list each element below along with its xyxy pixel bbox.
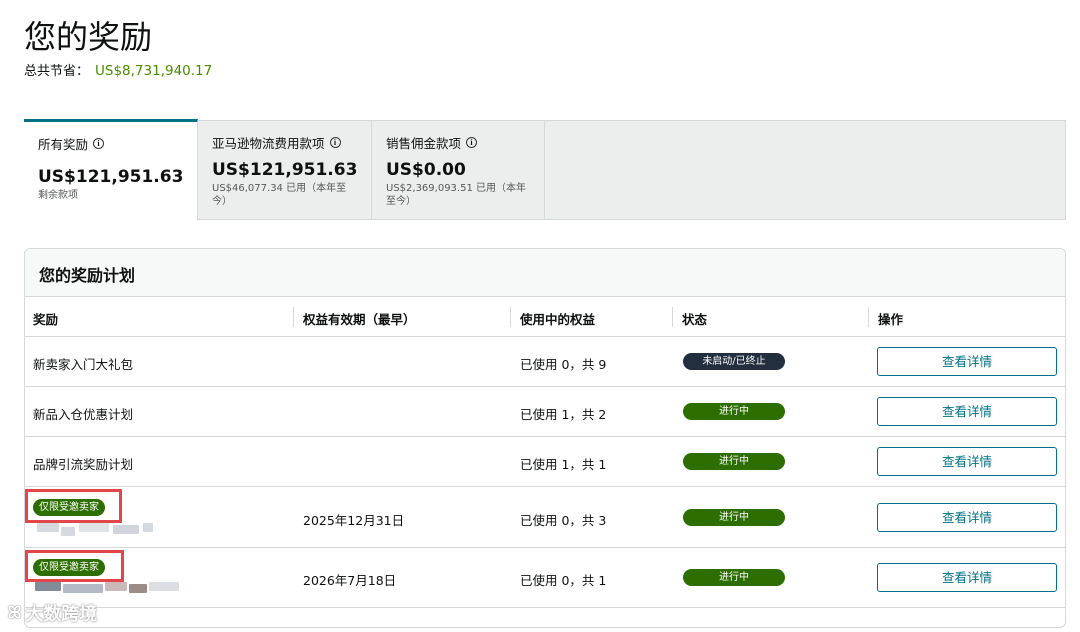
table-row: 品牌引流奖励计划 已使用 1，共 1 进行中 查看详情 [25, 437, 1065, 487]
tab-fba-fees[interactable]: 亚马逊物流费用款项 i US$121,951.63 US$46,077.34 已用… [198, 121, 372, 220]
program-name: 新品入仓优惠计划 [33, 407, 134, 422]
tab-amount: US$121,951.63 [38, 167, 184, 187]
watermark: ꕤ 大数跨境 [8, 600, 97, 626]
view-details-button[interactable]: 查看详情 [877, 563, 1057, 592]
table-row: 仅限受邀卖家 2026年7月18日 已使用 0，共 1 进行中 查看详情 [25, 548, 1065, 608]
tab-sublabel: 剩余款项 [38, 190, 78, 201]
total-savings: 总共节省： US$8,731,940.17 [24, 60, 212, 79]
usage-count: 已使用 0，共 1 [520, 573, 607, 588]
redacted-name [37, 523, 59, 532]
tab-label: 所有奖励 i [38, 134, 183, 153]
program-name: 新卖家入门大礼包 [33, 357, 134, 372]
watermark-logo-icon: ꕤ [8, 603, 22, 622]
watermark-text: 大数跨境 [25, 604, 98, 625]
redacted-name [143, 523, 153, 532]
tab-label: 亚马逊物流费用款项 i [212, 133, 357, 152]
info-icon[interactable]: i [466, 137, 478, 148]
tab-all-rewards[interactable]: 所有奖励 i US$121,951.63 剩余款项 [24, 119, 198, 220]
usage-count: 已使用 1，共 2 [520, 407, 607, 422]
usage-count: 已使用 0，共 9 [520, 357, 607, 372]
highlight-box [25, 550, 124, 582]
view-details-button[interactable]: 查看详情 [877, 397, 1057, 426]
highlight-box [25, 489, 122, 523]
usage-count: 已使用 1，共 1 [520, 457, 607, 472]
column-divider [868, 307, 869, 327]
page-title: 您的奖励 [24, 18, 153, 56]
redacted-name [79, 523, 109, 532]
redacted-name [113, 525, 139, 534]
reward-programs-card: 您的奖励计划 奖励 权益有效期（最早） 使用中的权益 状态 操作 新卖家入门大礼… [24, 248, 1066, 628]
redacted-name [149, 582, 179, 591]
column-header: 使用中的权益 [520, 312, 596, 327]
redacted-name [129, 584, 147, 593]
status-badge: 进行中 [683, 403, 785, 420]
table-row: 新品入仓优惠计划 已使用 1，共 2 进行中 查看详情 [25, 387, 1065, 437]
expiry-date: 2026年7月18日 [303, 573, 397, 588]
status-badge: 进行中 [683, 453, 785, 470]
tab-referral-fees[interactable]: 销售佣金款项 i US$0.00 US$2,369,093.51 已用（本年至今） [372, 121, 545, 220]
summary-tabs: 所有奖励 i US$121,951.63 剩余款项 亚马逊物流费用款项 i US$1… [24, 119, 1066, 220]
view-details-button[interactable]: 查看详情 [877, 347, 1057, 376]
expiry-date: 2025年12月31日 [303, 513, 405, 528]
column-header: 奖励 [33, 312, 59, 327]
tab-sublabel: US$46,077.34 已用（本年至今） [212, 183, 347, 207]
tab-label: 销售佣金款项 i [386, 133, 530, 152]
tab-sublabel: US$2,369,093.51 已用（本年至今） [386, 183, 527, 207]
column-divider [672, 307, 673, 327]
info-icon[interactable]: i [93, 138, 105, 149]
redacted-name [35, 582, 61, 591]
column-divider [293, 307, 294, 327]
card-title: 您的奖励计划 [25, 249, 1065, 297]
column-divider [510, 307, 511, 327]
redacted-name [105, 582, 127, 591]
column-header: 状态 [682, 312, 708, 327]
view-details-button[interactable]: 查看详情 [877, 447, 1057, 476]
status-badge: 进行中 [683, 569, 785, 586]
tab-amount: US$0.00 [386, 160, 466, 180]
tab-amount: US$121,951.63 [212, 160, 358, 180]
redacted-name [63, 584, 103, 593]
table-row: 新卖家入门大礼包 已使用 0，共 9 未启动/已终止 查看详情 [25, 337, 1065, 387]
status-badge: 进行中 [683, 509, 785, 526]
program-name: 品牌引流奖励计划 [33, 457, 134, 472]
savings-amount: US$8,731,940.17 [95, 63, 213, 79]
savings-label: 总共节省： [24, 64, 90, 79]
view-details-button[interactable]: 查看详情 [877, 503, 1057, 532]
table-row: 仅限受邀卖家 2025年12月31日 已使用 0，共 3 进行中 查看详情 [25, 487, 1065, 548]
usage-count: 已使用 0，共 3 [520, 513, 607, 528]
table-header: 奖励 权益有效期（最早） 使用中的权益 状态 操作 [25, 297, 1065, 337]
info-icon[interactable]: i [329, 137, 341, 148]
column-header: 操作 [878, 312, 904, 327]
redacted-name [61, 527, 75, 536]
column-header: 权益有效期（最早） [303, 312, 416, 327]
status-badge: 未启动/已终止 [683, 353, 785, 370]
